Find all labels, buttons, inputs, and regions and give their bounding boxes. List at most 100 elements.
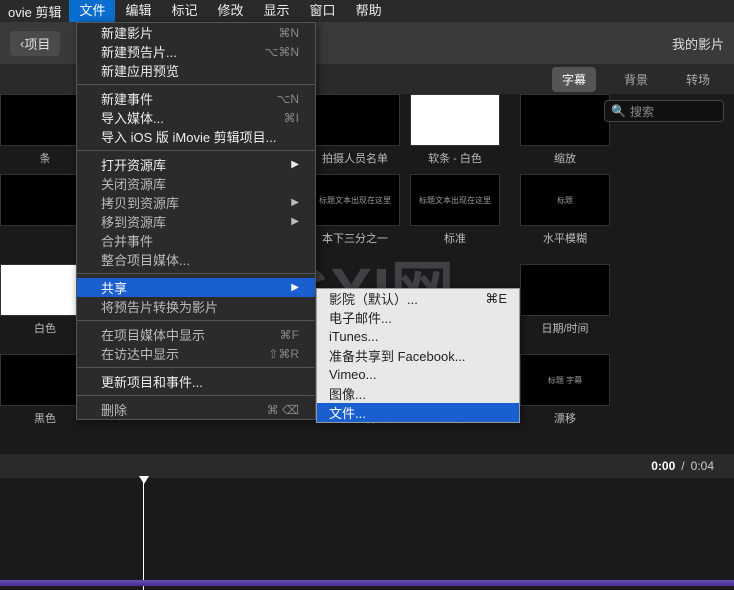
- time-sep: /: [681, 459, 684, 473]
- share-submenu: 影院（默认）...⌘E电子邮件... iTunes... 准备共享到 Faceboo…: [316, 288, 520, 423]
- menu-edit[interactable]: 编辑: [115, 0, 161, 22]
- timeline[interactable]: [0, 478, 734, 590]
- title-thumbnail[interactable]: 标题 字幕漂移: [520, 354, 610, 426]
- playhead[interactable]: [143, 478, 144, 590]
- time-total: 0:04: [691, 459, 714, 473]
- menu-item-label: 在访达中显示: [101, 344, 179, 363]
- menu-item[interactable]: 新建事件⌥N: [77, 89, 315, 108]
- menu-item-label: 删除: [101, 400, 127, 419]
- menu-item: 整合项目媒体...: [77, 250, 315, 269]
- menu-item: 拷贝到资源库▶: [77, 193, 315, 212]
- submenu-item-shortcut: ⌘E: [485, 291, 507, 307]
- menu-separator: [77, 273, 315, 274]
- title-thumbnail[interactable]: 缩放: [520, 94, 610, 166]
- thumbnail-preview: 标题: [520, 174, 610, 226]
- submenu-arrow-icon: ▶: [291, 282, 299, 293]
- back-label: 项目: [24, 34, 50, 53]
- thumbnail-label: 日期/时间: [520, 320, 610, 336]
- tab-titles[interactable]: 字幕: [552, 67, 596, 92]
- menu-window[interactable]: 窗口: [300, 0, 346, 22]
- app-name: ovie 剪辑: [0, 2, 69, 21]
- title-thumbnail[interactable]: 标题水平模糊: [520, 174, 610, 246]
- title-thumbnail[interactable]: 软条 - 白色: [410, 94, 500, 166]
- menu-item-label: 更新项目和事件...: [101, 372, 203, 391]
- submenu-item[interactable]: Vimeo...: [317, 365, 519, 384]
- thumbnail-preview: [520, 94, 610, 146]
- thumbnail-preview: 标题文本出现在这里: [310, 174, 400, 226]
- thumbnail-label: 本下三分之一: [310, 230, 400, 246]
- thumbnail-label: 水平模糊: [520, 230, 610, 246]
- time-display: 0:00 / 0:04: [0, 454, 734, 478]
- thumbnail-preview: 标题文本出现在这里: [410, 174, 500, 226]
- submenu-item[interactable]: iTunes...: [317, 327, 519, 346]
- thumbnail-preview: [310, 94, 400, 146]
- menu-file[interactable]: 文件: [69, 0, 115, 22]
- menu-item[interactable]: 导入媒体...⌘I: [77, 108, 315, 127]
- submenu-item[interactable]: 准备共享到 Facebook...: [317, 346, 519, 365]
- submenu-item-label: 图像...: [329, 384, 366, 403]
- menu-mark[interactable]: 标记: [162, 0, 208, 22]
- menu-item-shortcut: ⌥⌘N: [265, 45, 300, 59]
- menu-item-shortcut: ⌘F: [280, 328, 299, 342]
- menu-item-shortcut: ⌘ ⌫: [267, 403, 299, 417]
- menu-item-shortcut: ⌘N: [278, 26, 299, 40]
- menu-item-label: 导入 iOS 版 iMovie 剪辑项目...: [101, 127, 277, 146]
- tab-transitions[interactable]: 转场: [676, 67, 720, 92]
- timeline-track[interactable]: [0, 580, 734, 586]
- menu-item[interactable]: 新建影片⌘N: [77, 23, 315, 42]
- menu-item[interactable]: 共享 ▶: [77, 278, 315, 297]
- menu-separator: [77, 150, 315, 151]
- file-menu-dropdown: 新建影片⌘N新建预告片...⌥⌘N新建应用预览新建事件⌥N导入媒体...⌘I导入…: [76, 22, 316, 420]
- menu-help[interactable]: 帮助: [346, 0, 392, 22]
- time-current: 0:00: [651, 459, 675, 473]
- thumbnail-preview: [520, 264, 610, 316]
- thumbnail-label: 软条 - 白色: [410, 150, 500, 166]
- project-title: 我的影片: [672, 34, 724, 53]
- menu-item-label: 共享: [101, 278, 127, 297]
- menu-item: 在项目媒体中显示⌘F: [77, 325, 315, 344]
- menu-item-label: 新建应用预览: [101, 61, 179, 80]
- submenu-item[interactable]: 电子邮件...: [317, 308, 519, 327]
- submenu-item-label: 准备共享到 Facebook...: [329, 346, 466, 365]
- search-icon: 🔍: [611, 104, 626, 118]
- menu-item: 关闭资源库: [77, 174, 315, 193]
- submenu-item[interactable]: 文件...: [317, 403, 519, 422]
- menu-modify[interactable]: 修改: [208, 0, 254, 22]
- thumbnail-preview: 标题 字幕: [520, 354, 610, 406]
- submenu-item-label: iTunes...: [329, 329, 378, 344]
- menu-item-label: 移到资源库: [101, 212, 166, 231]
- menu-separator: [77, 320, 315, 321]
- thumbnail-label: 标准: [410, 230, 500, 246]
- submenu-item-label: 电子邮件...: [329, 308, 392, 327]
- title-thumbnail[interactable]: 标题文本出现在这里标准: [410, 174, 500, 246]
- submenu-arrow-icon: ▶: [291, 197, 299, 208]
- submenu-item[interactable]: 图像...: [317, 384, 519, 403]
- menu-item[interactable]: 导入 iOS 版 iMovie 剪辑项目...: [77, 127, 315, 146]
- back-button[interactable]: ‹ 项目: [10, 31, 60, 56]
- menu-item: 删除 ⌘ ⌫: [77, 400, 315, 419]
- submenu-item[interactable]: 影院（默认）...⌘E: [317, 289, 519, 308]
- menu-item-shortcut: ⇧⌘R: [268, 347, 299, 361]
- menu-item: 将预告片转换为影片: [77, 297, 315, 316]
- menu-item[interactable]: 新建预告片...⌥⌘N: [77, 42, 315, 61]
- menubar: ovie 剪辑 文件 编辑 标记 修改 显示 窗口 帮助: [0, 0, 734, 22]
- title-thumbnail[interactable]: 拍摄人员名单: [310, 94, 400, 166]
- menu-item[interactable]: 更新项目和事件...: [77, 372, 315, 391]
- menu-item: 移到资源库 ▶: [77, 212, 315, 231]
- menu-view[interactable]: 显示: [254, 0, 300, 22]
- menu-item-label: 新建事件: [101, 89, 153, 108]
- title-thumbnail[interactable]: 日期/时间: [520, 264, 610, 336]
- menu-item-label: 关闭资源库: [101, 174, 166, 193]
- thumbnail-label: 拍摄人员名单: [310, 150, 400, 166]
- menu-item-shortcut: ⌘I: [284, 111, 299, 125]
- search-input[interactable]: 🔍 搜索: [604, 100, 724, 122]
- submenu-arrow-icon: ▶: [291, 216, 299, 227]
- menu-item[interactable]: 打开资源库 ▶: [77, 155, 315, 174]
- menu-item-label: 打开资源库: [101, 155, 166, 174]
- tab-backgrounds[interactable]: 背景: [614, 67, 658, 92]
- title-thumbnail[interactable]: 标题文本出现在这里本下三分之一: [310, 174, 400, 246]
- menu-item[interactable]: 新建应用预览: [77, 61, 315, 80]
- submenu-item-label: 文件...: [329, 403, 366, 422]
- menu-item-label: 整合项目媒体...: [101, 250, 190, 269]
- submenu-arrow-icon: ▶: [291, 159, 299, 170]
